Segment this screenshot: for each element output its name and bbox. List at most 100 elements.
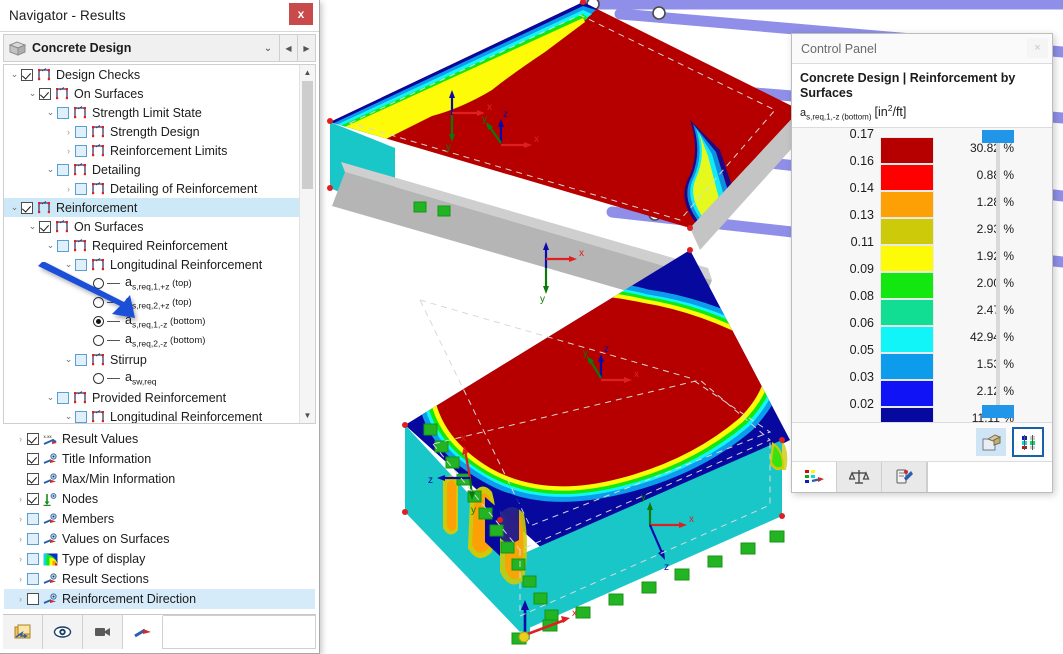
- tree-item[interactable]: ⌄ Design Checks: [4, 65, 300, 84]
- tree-checkbox[interactable]: [75, 125, 87, 138]
- chevron-right-icon[interactable]: ›: [14, 534, 27, 544]
- tree-checkbox[interactable]: [75, 182, 87, 195]
- tree-item[interactable]: ⌄ On Surfaces: [4, 217, 300, 236]
- display-option-item[interactable]: › x.xx Result Values: [4, 429, 315, 449]
- color-scale-tab[interactable]: [792, 462, 837, 492]
- chevron-down-icon[interactable]: ⌄: [257, 43, 279, 54]
- results-navigator-tab[interactable]: [123, 615, 163, 649]
- chevron-down-icon[interactable]: ⌄: [8, 69, 21, 80]
- tree-checkbox[interactable]: [75, 410, 87, 423]
- display-option-checkbox[interactable]: [27, 453, 39, 465]
- chevron-right-icon[interactable]: ›: [14, 574, 27, 584]
- tree-item[interactable]: ⌄ Stirrup: [4, 350, 300, 369]
- display-option-checkbox[interactable]: [27, 493, 39, 505]
- tree-checkbox[interactable]: [75, 258, 87, 271]
- tree-checkbox[interactable]: [75, 353, 87, 366]
- result-radio-button[interactable]: [93, 316, 104, 327]
- display-option-item[interactable]: Max/Min Information: [4, 469, 315, 489]
- tree-item[interactable]: ⌄ Required Reinforcement: [4, 236, 300, 255]
- tree-checkbox[interactable]: [39, 220, 51, 233]
- tree-item[interactable]: as,req,1,-z (bottom): [4, 312, 300, 331]
- tree-checkbox[interactable]: [57, 163, 69, 176]
- tree-checkbox[interactable]: [75, 144, 87, 157]
- legend-color-swatch[interactable]: [880, 164, 934, 192]
- legend-color-swatch[interactable]: [880, 380, 934, 408]
- legend-color-swatch[interactable]: [880, 218, 934, 246]
- chevron-right-icon[interactable]: ›: [62, 146, 75, 156]
- tree-item[interactable]: as,req,1,+z (top): [4, 274, 300, 293]
- display-option-checkbox[interactable]: [27, 593, 39, 605]
- display-option-item[interactable]: › Nodes: [4, 489, 315, 509]
- tree-item[interactable]: ⌄ Reinforcement: [4, 198, 300, 217]
- tree-item[interactable]: ⌄ Provided Reinforcement: [4, 388, 300, 407]
- chevron-right-icon[interactable]: ›: [14, 494, 27, 504]
- factors-tab[interactable]: [837, 462, 882, 492]
- chevron-down-icon[interactable]: ⌄: [62, 354, 75, 365]
- scroll-down-icon[interactable]: ▼: [300, 408, 315, 423]
- chevron-right-icon[interactable]: ›: [14, 434, 27, 444]
- chevron-down-icon[interactable]: ⌄: [44, 164, 57, 175]
- slider-handle-max[interactable]: [982, 130, 1014, 144]
- chevron-right-icon[interactable]: ›: [14, 554, 27, 564]
- panel-edit-icon[interactable]: [976, 428, 1006, 456]
- tree-item[interactable]: ⌄ Longitudinal Reinforcement: [4, 407, 300, 424]
- display-option-checkbox[interactable]: [27, 433, 39, 445]
- results-tree[interactable]: ⌄ Design Checks ⌄ On Surfaces ⌄ Strength Limi…: [4, 65, 300, 423]
- chevron-down-icon[interactable]: ⌄: [26, 88, 39, 99]
- tree-checkbox[interactable]: [39, 87, 51, 100]
- control-panel-tabbar[interactable]: [792, 461, 1052, 492]
- scroll-up-icon[interactable]: ▲: [300, 65, 315, 80]
- tree-item[interactable]: ⌄ On Surfaces: [4, 84, 300, 103]
- result-radio-button[interactable]: [93, 297, 104, 308]
- display-option-item[interactable]: › Type of display: [4, 549, 315, 569]
- tree-item[interactable]: ⌄ Detailing: [4, 160, 300, 179]
- chevron-down-icon[interactable]: ⌄: [44, 392, 57, 403]
- tree-checkbox[interactable]: [21, 68, 33, 81]
- project-navigator-tab[interactable]: [3, 615, 43, 649]
- display-option-checkbox[interactable]: [27, 473, 39, 485]
- tree-item[interactable]: as,req,2,+z (top): [4, 293, 300, 312]
- tree-item[interactable]: ⌄ Strength Limit State: [4, 103, 300, 122]
- legend-color-swatch[interactable]: [880, 245, 934, 273]
- chevron-down-icon[interactable]: ⌄: [44, 240, 57, 251]
- chevron-right-icon[interactable]: ›: [14, 594, 27, 604]
- next-arrow-icon[interactable]: ▶: [297, 35, 315, 61]
- prev-arrow-icon[interactable]: ◀: [279, 35, 297, 61]
- navigator-tabbar[interactable]: [3, 614, 316, 649]
- tree-item[interactable]: › Reinforcement Limits: [4, 141, 300, 160]
- tree-item[interactable]: asw,req: [4, 369, 300, 388]
- design-selector-combobox[interactable]: Concrete Design ⌄ ◀ ▶: [3, 34, 316, 62]
- chevron-down-icon[interactable]: ⌄: [62, 411, 75, 422]
- chevron-down-icon[interactable]: ⌄: [26, 221, 39, 232]
- legend-color-swatch[interactable]: [880, 407, 934, 422]
- close-icon[interactable]: ×: [1027, 38, 1048, 58]
- tree-checkbox[interactable]: [57, 106, 69, 119]
- result-radio-button[interactable]: [93, 373, 104, 384]
- chevron-right-icon[interactable]: ›: [14, 514, 27, 524]
- tree-item[interactable]: ⌄ Longitudinal Reinforcement: [4, 255, 300, 274]
- display-navigator-tab[interactable]: [43, 615, 83, 649]
- legend-color-swatch[interactable]: [880, 299, 934, 327]
- result-radio-button[interactable]: [93, 278, 104, 289]
- chevron-down-icon[interactable]: ⌄: [44, 107, 57, 118]
- display-option-checkbox[interactable]: [27, 513, 39, 525]
- display-option-item[interactable]: › Result Sections: [4, 569, 315, 589]
- tree-item[interactable]: as,req,2,-z (bottom): [4, 331, 300, 350]
- display-option-item[interactable]: Title Information: [4, 449, 315, 469]
- tree-checkbox[interactable]: [21, 201, 33, 214]
- display-option-checkbox[interactable]: [27, 573, 39, 585]
- views-navigator-tab[interactable]: [83, 615, 123, 649]
- display-option-checkbox[interactable]: [27, 533, 39, 545]
- legend-color-swatch[interactable]: [880, 272, 934, 300]
- chevron-down-icon[interactable]: ⌄: [62, 259, 75, 270]
- filter-tab[interactable]: [882, 462, 927, 492]
- slider-handle-min[interactable]: [982, 405, 1014, 418]
- tree-item[interactable]: › Strength Design: [4, 122, 300, 141]
- tree-checkbox[interactable]: [57, 239, 69, 252]
- display-options-list[interactable]: › x.xx Result Values Title Information Max/M…: [3, 428, 316, 614]
- color-scale-icon[interactable]: [1012, 427, 1044, 457]
- tree-checkbox[interactable]: [57, 391, 69, 404]
- color-legend-panel[interactable]: 0.17 30.82 % 0.16 0.88 % 0.14 1.28 % 0.13 2.93 …: [792, 128, 1052, 422]
- display-option-item[interactable]: › Values on Surfaces: [4, 529, 315, 549]
- result-radio-button[interactable]: [93, 335, 104, 346]
